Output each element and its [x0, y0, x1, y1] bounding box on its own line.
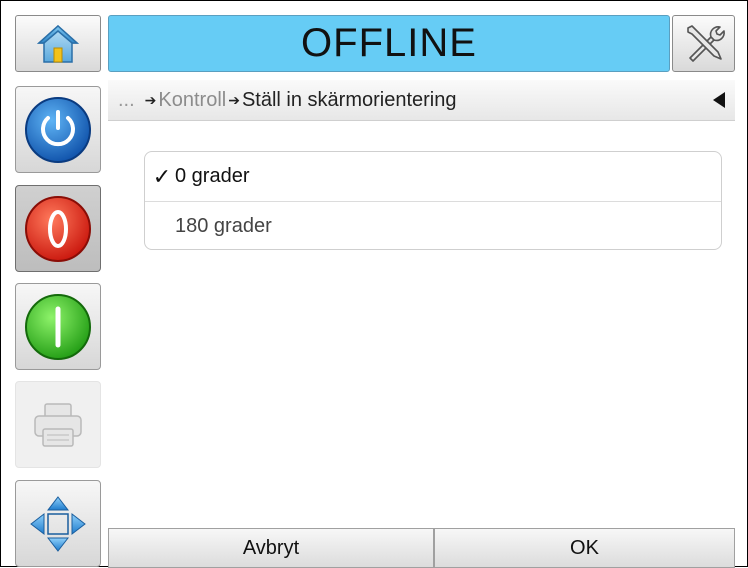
status-bar: OFFLINE — [108, 15, 670, 72]
back-arrow-icon[interactable] — [713, 92, 725, 108]
printer-button — [15, 381, 101, 468]
breadcrumb: ... ➔ Kontroll ➔ Ställ in skärmorienteri… — [108, 80, 735, 121]
ok-label: OK — [570, 536, 599, 559]
breadcrumb-ellipsis[interactable]: ... — [118, 89, 135, 112]
stop-icon — [25, 195, 91, 262]
tools-button[interactable] — [672, 15, 735, 72]
cancel-label: Avbryt — [242, 536, 300, 559]
breadcrumb-arrow-icon: ➔ — [228, 91, 240, 108]
status-text: OFFLINE — [301, 21, 477, 65]
home-button[interactable] — [15, 15, 101, 72]
start-button[interactable] — [15, 283, 101, 370]
option-label: 180 grader — [175, 214, 272, 237]
printer-icon — [34, 402, 82, 447]
navigate-icon — [30, 495, 86, 552]
orientation-options-list: ✓ 0 grader 180 grader — [144, 151, 722, 250]
ok-button[interactable]: OK — [434, 528, 735, 568]
option-180-degrees[interactable]: 180 grader — [145, 201, 721, 249]
navigate-button[interactable] — [15, 480, 101, 567]
option-label: 0 grader — [175, 165, 250, 187]
cancel-button[interactable]: Avbryt — [108, 528, 434, 568]
screen: OFFLINE ... ➔ Kontroll ➔ Ställ in skärmo… — [0, 0, 748, 568]
stop-button[interactable] — [15, 185, 101, 272]
tools-icon — [686, 24, 725, 62]
option-0-degrees[interactable]: ✓ 0 grader — [145, 152, 721, 201]
power-icon — [25, 96, 91, 163]
breadcrumb-arrow-icon: ➔ — [144, 91, 157, 108]
breadcrumb-parent[interactable]: Kontroll — [158, 89, 226, 112]
power-button[interactable] — [15, 86, 101, 173]
start-icon — [25, 293, 91, 360]
breadcrumb-current: Ställ in skärmorientering — [241, 88, 457, 111]
checkmark-icon: ✓ — [152, 163, 172, 189]
home-icon — [37, 24, 79, 63]
